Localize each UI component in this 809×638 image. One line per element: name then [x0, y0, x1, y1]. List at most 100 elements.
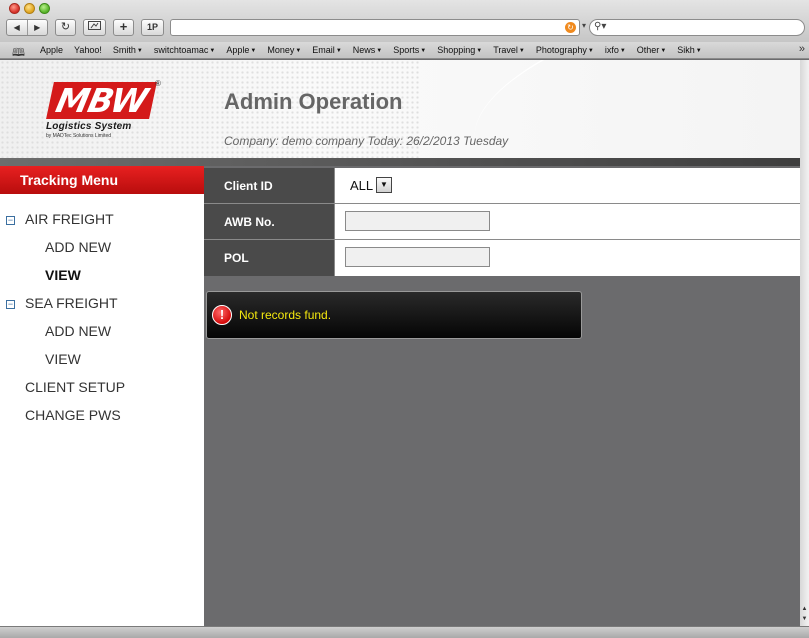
- close-window-icon[interactable]: [9, 3, 20, 14]
- pol-label: POL: [204, 240, 334, 276]
- add-bookmark-button[interactable]: +: [113, 19, 134, 36]
- bookmark-item[interactable]: Other▼: [637, 45, 666, 55]
- chevron-down-icon: ▼: [420, 48, 427, 54]
- sidebar-item-air-freight[interactable]: AIR FREIGHT: [25, 211, 114, 227]
- pol-cell: [334, 240, 800, 276]
- search-icon: ⚲▾: [594, 21, 607, 32]
- logo[interactable]: MBW: [46, 81, 157, 120]
- chevron-down-icon: ▼: [250, 48, 257, 54]
- collapse-sea-freight-icon[interactable]: −: [6, 300, 15, 309]
- rss-icon[interactable]: ↻: [565, 22, 576, 33]
- bookmark-label: Shopping: [437, 45, 476, 55]
- zoom-window-icon[interactable]: [39, 3, 50, 14]
- bookmark-label: Sikh: [677, 45, 695, 55]
- sidebar-item-sea-freight[interactable]: SEA FREIGHT: [25, 295, 118, 311]
- bookmark-item[interactable]: Apple: [40, 45, 63, 55]
- bookmark-item[interactable]: Money▼: [267, 45, 301, 55]
- bookmark-item[interactable]: ixfo▼: [605, 45, 626, 55]
- reload-button[interactable]: ↻: [55, 19, 76, 36]
- minimize-window-icon[interactable]: [24, 3, 35, 14]
- url-history-dropdown-icon[interactable]: ▾: [582, 21, 586, 30]
- company-date-info: Company: demo company Today: 26/2/2013 T…: [224, 134, 509, 148]
- bookmarks-list: Apple Yahoo! Smith▼ switchtoamac▼ Apple▼ Mone…: [40, 42, 713, 58]
- bookmark-item[interactable]: Apple▼: [226, 45, 256, 55]
- bookmarks-overflow-icon[interactable]: »: [799, 43, 805, 55]
- logo-registered-mark: ®: [155, 79, 161, 88]
- client-id-select[interactable]: ALL ▼: [345, 176, 395, 194]
- bookmark-item[interactable]: Smith▼: [113, 45, 143, 55]
- awb-cell: [334, 204, 800, 239]
- pol-input[interactable]: [345, 247, 490, 267]
- logo-text: MBW: [52, 81, 151, 120]
- bookmark-label: Apple: [226, 45, 250, 55]
- sidebar-item-sea-view[interactable]: VIEW: [45, 351, 81, 367]
- bookmark-label: Money: [267, 45, 295, 55]
- chevron-down-icon: ▼: [476, 48, 483, 54]
- bookmark-item[interactable]: Photography▼: [536, 45, 594, 55]
- vertical-scrollbar[interactable]: ▲ ▼: [800, 60, 809, 626]
- bookmark-item[interactable]: Yahoo!: [74, 45, 102, 55]
- bookmark-label: Email: [312, 45, 335, 55]
- bookmark-item[interactable]: Sports▼: [393, 45, 426, 55]
- bookmark-item[interactable]: Sikh▼: [677, 45, 701, 55]
- pol-row: POL: [204, 240, 800, 276]
- chevron-down-icon: ▼: [209, 48, 216, 54]
- snapback-icon: [88, 21, 101, 30]
- menu-title: Tracking Menu: [0, 166, 204, 194]
- forward-button[interactable]: ▶: [28, 20, 48, 35]
- sidebar-item-air-add-new[interactable]: ADD NEW: [45, 239, 111, 255]
- bookmark-label: Yahoo!: [74, 45, 102, 55]
- sidebar-item-client-setup[interactable]: CLIENT SETUP: [25, 379, 125, 395]
- search-input[interactable]: ⚲▾: [589, 19, 805, 36]
- client-id-cell: ALL ▼: [334, 168, 800, 203]
- bookmarks-bar: 🕮 Apple Yahoo! Smith▼ switchtoamac▼ Apple▼ Mo…: [0, 42, 809, 59]
- bookmark-item[interactable]: switchtoamac▼: [154, 45, 215, 55]
- sidebar-item-air-view[interactable]: VIEW: [45, 267, 81, 283]
- sidebar-item-sea-add-new[interactable]: ADD NEW: [45, 323, 111, 339]
- bookmark-label: Smith: [112, 45, 136, 55]
- bookmark-label: Other: [636, 45, 660, 55]
- error-icon: !: [212, 305, 232, 325]
- bookmark-label: ixfo: [604, 45, 619, 55]
- scroll-up-icon[interactable]: ▲: [800, 606, 809, 612]
- bookmark-label: Photography: [535, 45, 587, 55]
- onepassword-button[interactable]: 1P: [141, 19, 164, 36]
- bookmark-item[interactable]: Email▼: [312, 45, 341, 55]
- sidebar-item-change-pws[interactable]: CHANGE PWS: [25, 407, 121, 423]
- bookmark-label: Sports: [393, 45, 420, 55]
- chevron-down-icon[interactable]: ▼: [376, 177, 392, 193]
- bookmark-item[interactable]: Travel▼: [493, 45, 525, 55]
- status-bar: [0, 626, 809, 638]
- header-divider: [0, 158, 800, 166]
- chevron-down-icon: ▼: [518, 48, 525, 54]
- chevron-down-icon: ▼: [660, 48, 667, 54]
- back-button[interactable]: ◀: [7, 20, 28, 35]
- client-id-selected-value: ALL: [350, 177, 374, 193]
- bookmark-label: Apple: [40, 45, 64, 55]
- no-records-alert: ! Not records fund.: [206, 291, 582, 339]
- snapback-button[interactable]: [83, 19, 106, 36]
- awb-input[interactable]: [345, 211, 490, 231]
- bookmark-item[interactable]: Shopping▼: [437, 45, 482, 55]
- page-header: MBW ® Logistics System by MADTec Solutio…: [0, 60, 800, 158]
- awb-label: AWB No.: [204, 204, 334, 239]
- chevron-down-icon: ▼: [587, 48, 594, 54]
- alert-message: Not records fund.: [239, 308, 332, 322]
- awb-row: AWB No.: [204, 204, 800, 240]
- client-id-label: Client ID: [204, 168, 334, 203]
- client-id-row: Client ID ALL ▼: [204, 168, 800, 204]
- logo-subtitle: Logistics System: [46, 121, 132, 132]
- url-field[interactable]: ↻: [170, 19, 580, 36]
- page-title: Admin Operation: [224, 89, 403, 114]
- main-content: Client ID ALL ▼ AWB No. POL ! Not record…: [204, 166, 800, 626]
- header-swoosh: [456, 60, 800, 158]
- chevron-down-icon: ▼: [335, 48, 342, 54]
- scroll-down-icon[interactable]: ▼: [800, 616, 809, 622]
- browser-toolbar: ◀ ▶ ↻ + 1P ↻ ▾ ⚲▾: [0, 0, 809, 42]
- tracking-sidebar: Tracking Menu − AIR FREIGHT ADD NEW VIEW…: [0, 166, 204, 626]
- chevron-down-icon: ▼: [376, 48, 383, 54]
- collapse-air-freight-icon[interactable]: −: [6, 216, 15, 225]
- bookmark-item[interactable]: News▼: [353, 45, 382, 55]
- chevron-down-icon: ▼: [295, 48, 302, 54]
- back-forward-group: ◀ ▶: [6, 19, 48, 36]
